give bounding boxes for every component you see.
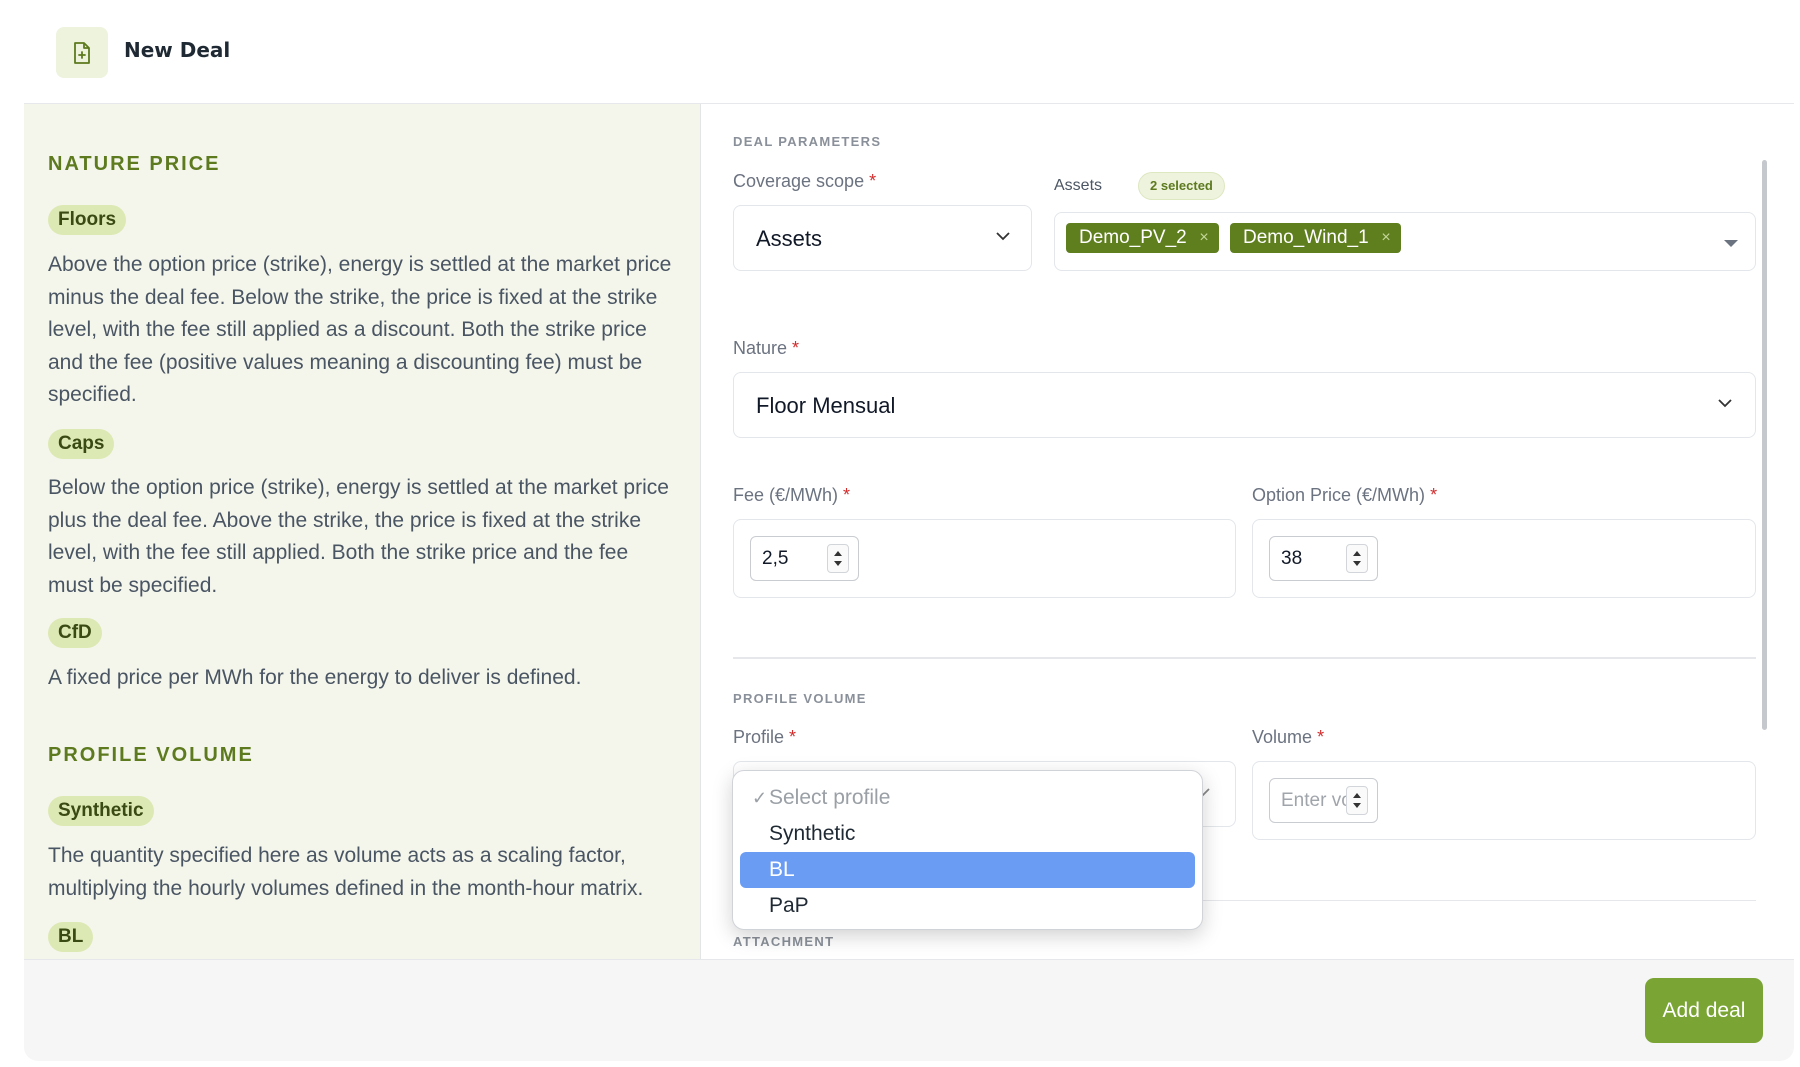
fee-label: Fee (€/MWh) * (733, 485, 851, 505)
asset-chip: Demo_Wind_1 × (1230, 223, 1401, 253)
assets-multiselect[interactable]: Demo_PV_2 × Demo_Wind_1 × (1054, 212, 1756, 271)
bl-tag: BL (48, 922, 94, 952)
caps-description: Below the option price (strike), energy … (48, 476, 669, 597)
coverage-scope-value: Assets (756, 226, 823, 251)
nature-value: Floor Mensual (756, 393, 896, 418)
synthetic-tag: Synthetic (48, 796, 154, 826)
synthetic-description: The quantity specified here as volume ac… (48, 844, 644, 900)
page-header: New Deal (0, 0, 1800, 103)
cfd-tag: CfD (48, 618, 102, 648)
checkmark-icon: ✓ (752, 788, 768, 808)
option-price-field-container: 38 (1252, 519, 1756, 598)
dropdown-option-pap[interactable]: PaP (740, 888, 1195, 924)
number-stepper-icon[interactable] (1346, 544, 1368, 573)
help-panel: NATURE PRICE Floors Above the option pri… (24, 104, 701, 959)
section-divider (733, 657, 1756, 659)
dropdown-option-synthetic[interactable]: Synthetic (740, 816, 1195, 852)
profile-volume-heading: PROFILE VOLUME (48, 744, 254, 766)
option-price-label: Option Price (€/MWh) * (1252, 485, 1438, 505)
number-stepper-icon[interactable] (1346, 786, 1368, 815)
profile-dropdown-menu: ✓ Select profile Synthetic BL PaP (732, 770, 1203, 930)
coverage-scope-label: Coverage scope * (733, 171, 877, 191)
fee-input[interactable]: 2,5 (750, 536, 859, 581)
coverage-scope-select[interactable]: Assets (733, 205, 1032, 271)
assets-selected-badge: 2 selected (1138, 172, 1225, 200)
profile-label: Profile * (733, 727, 797, 747)
option-price-input[interactable]: 38 (1269, 536, 1378, 581)
file-plus-icon (56, 27, 108, 78)
floors-tag: Floors (48, 205, 127, 235)
caps-tag: Caps (48, 429, 115, 459)
dropdown-option-bl[interactable]: BL (740, 852, 1195, 888)
volume-field-container: Enter volume (1252, 761, 1756, 840)
dropdown-option-select-profile[interactable]: ✓ Select profile (740, 780, 1195, 816)
chevron-down-icon (996, 232, 1010, 241)
page-title: New Deal (124, 38, 231, 62)
scrollbar[interactable] (1762, 160, 1767, 730)
fee-field-container: 2,5 (733, 519, 1236, 598)
assets-label: Assets (1054, 177, 1103, 194)
footer-bar (24, 959, 1794, 1061)
remove-chip-icon[interactable]: × (1381, 223, 1390, 253)
chevron-down-icon (1718, 399, 1732, 408)
nature-price-heading: NATURE PRICE (48, 153, 221, 175)
attachment-heading: ATTACHMENT (733, 934, 835, 949)
remove-chip-icon[interactable]: × (1199, 223, 1208, 253)
deal-parameters-heading: DEAL PARAMETERS (733, 134, 882, 149)
cfd-description: A fixed price per MWh for the energy to … (48, 666, 582, 689)
floors-description: Above the option price (strike), energy … (48, 253, 672, 406)
nature-select[interactable]: Floor Mensual (733, 372, 1756, 438)
caret-down-icon[interactable] (1724, 240, 1738, 247)
number-stepper-icon[interactable] (827, 544, 849, 573)
asset-chip: Demo_PV_2 × (1066, 223, 1219, 253)
add-deal-button[interactable]: Add deal (1645, 978, 1763, 1043)
volume-label: Volume * (1252, 727, 1325, 747)
nature-label: Nature * (733, 338, 800, 358)
profile-volume-section-heading: PROFILE VOLUME (733, 691, 867, 706)
volume-input[interactable]: Enter volume (1269, 778, 1378, 823)
